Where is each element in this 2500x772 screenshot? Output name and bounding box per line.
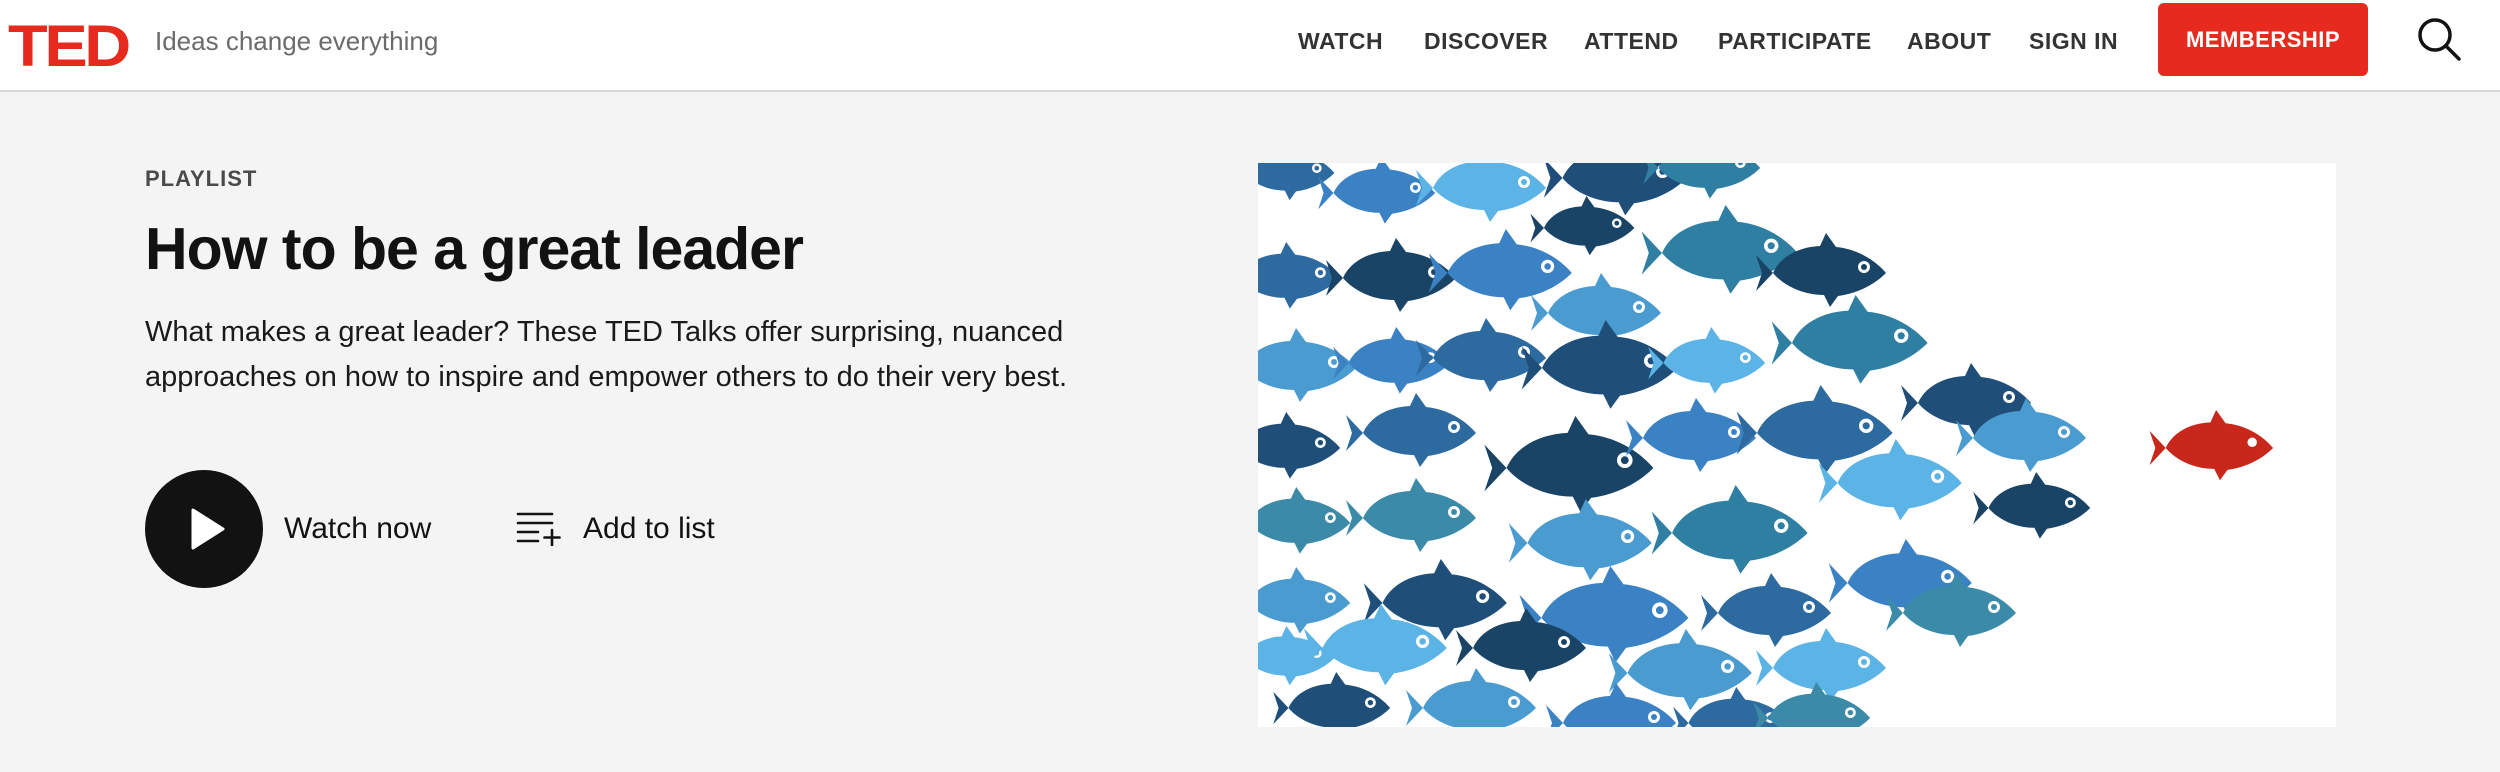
fish-shape (1701, 573, 1831, 647)
fish-shape (1258, 486, 1351, 554)
nav-discover[interactable]: DISCOVER (1424, 26, 1548, 56)
fish-shape (1346, 478, 1476, 552)
fish-shape (1648, 327, 1766, 394)
playlist-eyebrow: PLAYLIST (145, 166, 258, 191)
playlist-description: What makes a great leader? These TED Tal… (145, 310, 1145, 400)
leader-fish-shape (2149, 410, 2274, 481)
fish-shape (1641, 205, 1798, 294)
fish-shape (1346, 393, 1476, 467)
fish-shape (1258, 411, 1341, 479)
fish-shape (1651, 485, 1808, 574)
membership-button[interactable]: MEMBERSHIP (2158, 3, 2368, 76)
nav-sign-in[interactable]: SIGN IN (2029, 26, 2118, 56)
fish-shape (1333, 327, 1451, 394)
fish-shape (1258, 625, 1335, 686)
fish-shape (1530, 196, 1635, 256)
fish-shape (1258, 241, 1341, 309)
fish-shape (1416, 163, 1546, 222)
fish-shape (1973, 472, 2091, 539)
fish-school-illustration (1258, 163, 2274, 727)
watch-now-label[interactable]: Watch now (284, 512, 431, 546)
play-icon (191, 508, 225, 550)
nav-watch[interactable]: WATCH (1298, 26, 1383, 56)
add-to-list-label[interactable]: Add to list (583, 512, 715, 546)
nav-attend[interactable]: ATTEND (1584, 26, 1679, 56)
nav-participate[interactable]: PARTICIPATE (1718, 26, 1872, 56)
search-icon[interactable] (2416, 16, 2462, 62)
fish-shape (1771, 295, 1928, 384)
watch-now-button[interactable] (145, 470, 263, 588)
fish-shape (1406, 668, 1536, 727)
page-title: How to be a great leader (145, 216, 804, 282)
description-line: approaches on how to inspire and empower… (145, 361, 1068, 393)
nav-about[interactable]: ABOUT (1907, 26, 1991, 56)
site-header: TED Ideas change everything WATCH DISCOV… (0, 0, 2500, 92)
add-to-list-icon[interactable] (516, 510, 564, 546)
fish-shape (1508, 499, 1652, 581)
fish-shape (1484, 416, 1654, 513)
fish-shape (1428, 229, 1572, 311)
playlist-hero-image (1258, 163, 2336, 727)
fish-shape (1258, 566, 1351, 634)
description-line: What makes a great leader? These TED Tal… (145, 316, 1064, 348)
tagline: Ideas change everything (155, 26, 439, 56)
fish-shape (1258, 163, 1335, 201)
ted-logo[interactable]: TED (8, 18, 131, 76)
